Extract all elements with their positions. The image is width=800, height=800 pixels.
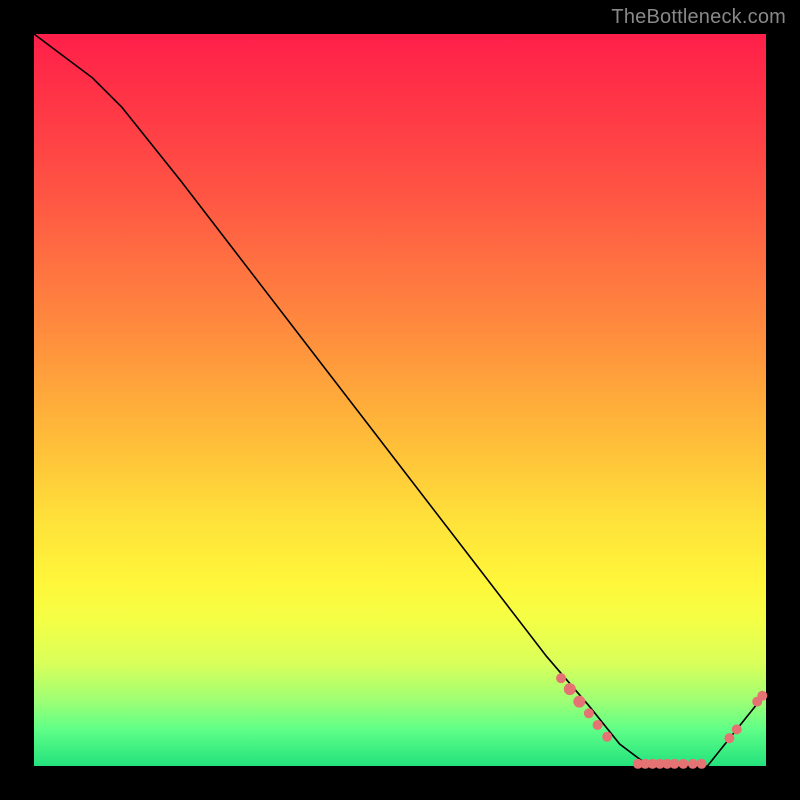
data-marker [688,759,698,769]
data-marker [670,759,680,769]
watermark-label: TheBottleneck.com [611,6,786,29]
chart-viewport: TheBottleneck.com [0,0,800,800]
data-marker [602,732,612,742]
bottleneck-curve [34,34,766,766]
data-marker [564,683,576,695]
data-marker [697,759,707,769]
data-marker [556,673,566,683]
plot-area [34,34,766,766]
data-marker [757,691,767,701]
data-markers [556,673,767,769]
data-marker [593,720,603,730]
chart-svg [34,34,766,766]
data-marker [732,724,742,734]
data-marker [584,708,594,718]
data-marker [724,733,734,743]
data-marker [573,696,585,708]
data-marker [678,759,688,769]
